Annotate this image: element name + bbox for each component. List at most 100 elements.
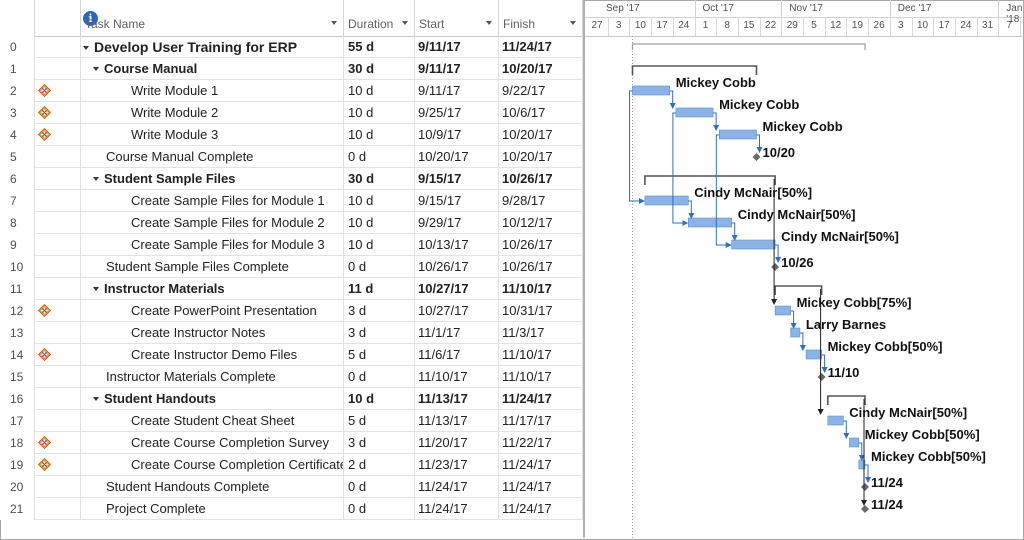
duration-cell[interactable]: 11 d <box>344 278 415 300</box>
row-id[interactable]: 1 <box>0 58 35 80</box>
row-id[interactable]: 12 <box>0 300 35 322</box>
finish-cell[interactable]: 11/10/17 <box>499 344 583 366</box>
task-name-cell[interactable]: Student Handouts Complete <box>81 476 344 498</box>
row-id[interactable]: 15 <box>0 366 35 388</box>
task-row[interactable]: 3 Write Module 2 10 d 9/25/17 10/6/17 <box>0 102 583 124</box>
duration-cell[interactable]: 3 d <box>344 432 415 454</box>
task-name-cell[interactable]: Course Manual Complete <box>81 146 344 168</box>
finish-cell[interactable]: 10/20/17 <box>499 146 583 168</box>
start-cell[interactable]: 10/20/17 <box>415 146 499 168</box>
duration-cell[interactable]: 5 d <box>344 410 415 432</box>
task-row[interactable]: 11 Instructor Materials 11 d 10/27/17 11/10/… <box>0 278 583 300</box>
duration-cell[interactable]: 10 d <box>344 102 415 124</box>
task-row[interactable]: 9 Create Sample Files for Module 3 10 d 10/… <box>0 234 583 256</box>
row-id[interactable]: 10 <box>0 256 35 278</box>
duration-cell[interactable]: 10 d <box>344 124 415 146</box>
start-cell[interactable]: 9/15/17 <box>415 190 499 212</box>
start-cell[interactable]: 9/11/17 <box>415 36 499 58</box>
row-id[interactable]: 8 <box>0 212 35 234</box>
start-cell[interactable]: 10/26/17 <box>415 256 499 278</box>
task-name-cell[interactable]: Create Student Cheat Sheet <box>81 410 344 432</box>
task-name-cell[interactable]: Instructor Materials <box>81 278 344 300</box>
task-row[interactable]: 13 Create Instructor Notes 3 d 11/1/17 11/3/… <box>0 322 583 344</box>
task-name-cell[interactable]: Student Sample Files Complete <box>81 256 344 278</box>
start-cell[interactable]: 10/27/17 <box>415 278 499 300</box>
task-row[interactable]: 1 Course Manual 30 d 9/11/17 10/20/17 <box>0 58 583 80</box>
chevron-down-icon[interactable] <box>402 21 408 25</box>
task-row[interactable]: 15 Instructor Materials Complete 0 d 11/10/… <box>0 366 583 388</box>
finish-cell[interactable]: 10/26/17 <box>499 168 583 190</box>
task-name-column-header[interactable]: Task Name <box>81 0 344 36</box>
start-cell[interactable]: 11/13/17 <box>415 410 499 432</box>
task-row[interactable]: 7 Create Sample Files for Module 1 10 d 9/1… <box>0 190 583 212</box>
start-cell[interactable]: 9/11/17 <box>415 58 499 80</box>
task-indicator-icon[interactable] <box>38 436 51 449</box>
task-row[interactable]: 0 Develop User Training for ERP 55 d 9/11/1… <box>0 36 583 58</box>
row-id[interactable]: 20 <box>0 476 35 498</box>
finish-cell[interactable]: 11/24/17 <box>499 454 583 476</box>
finish-cell[interactable]: 11/10/17 <box>499 366 583 388</box>
task-indicator-icon[interactable] <box>38 458 51 471</box>
finish-cell[interactable]: 9/28/17 <box>499 190 583 212</box>
start-cell[interactable]: 11/6/17 <box>415 344 499 366</box>
start-cell[interactable]: 11/24/17 <box>415 476 499 498</box>
milestone-diamond[interactable] <box>861 483 869 491</box>
task-indicator-icon[interactable] <box>38 348 51 361</box>
row-id[interactable]: 4 <box>0 124 35 146</box>
milestone-diamond[interactable] <box>861 505 869 513</box>
duration-cell[interactable]: 10 d <box>344 388 415 410</box>
milestone-diamond[interactable] <box>771 263 780 271</box>
row-id[interactable]: 7 <box>0 190 35 212</box>
task-bar[interactable] <box>632 85 671 96</box>
task-bar[interactable] <box>719 129 757 140</box>
task-bar[interactable] <box>688 217 733 228</box>
task-row[interactable]: 16 Student Handouts 10 d 11/13/17 11/24/17 <box>0 388 583 410</box>
finish-cell[interactable]: 10/12/17 <box>499 212 583 234</box>
duration-cell[interactable]: 0 d <box>344 146 415 168</box>
select-all-corner[interactable] <box>0 0 35 36</box>
task-bar[interactable] <box>731 239 776 250</box>
finish-cell[interactable]: 10/20/17 <box>499 58 583 80</box>
duration-cell[interactable]: 10 d <box>344 234 415 256</box>
finish-cell[interactable]: 11/24/17 <box>499 476 583 498</box>
task-indicator-icon[interactable] <box>38 84 51 97</box>
finish-cell[interactable]: 11/22/17 <box>499 432 583 454</box>
chevron-down-icon[interactable] <box>331 21 337 25</box>
finish-cell[interactable]: 11/10/17 <box>499 278 583 300</box>
row-id[interactable]: 17 <box>0 410 35 432</box>
row-id[interactable]: 16 <box>0 388 35 410</box>
task-name-cell[interactable]: Write Module 2 <box>81 102 344 124</box>
finish-column-header[interactable]: Finish <box>499 0 583 36</box>
task-row[interactable]: 12 Create PowerPoint Presentation 3 d 10/27… <box>0 300 583 322</box>
start-cell[interactable]: 9/29/17 <box>415 212 499 234</box>
row-id[interactable]: 13 <box>0 322 35 344</box>
finish-cell[interactable]: 11/3/17 <box>499 322 583 344</box>
start-cell[interactable]: 11/1/17 <box>415 322 499 344</box>
start-cell[interactable]: 11/24/17 <box>415 498 499 520</box>
summary-bar[interactable] <box>631 65 758 75</box>
milestone-diamond[interactable] <box>752 153 761 161</box>
finish-cell[interactable]: 10/31/17 <box>499 300 583 322</box>
collapse-triangle-icon[interactable] <box>93 397 99 401</box>
finish-cell[interactable]: 11/17/17 <box>499 410 583 432</box>
summary-bar[interactable] <box>644 175 776 185</box>
finish-cell[interactable]: 10/26/17 <box>499 256 583 278</box>
milestone-diamond[interactable] <box>817 373 826 381</box>
task-name-cell[interactable]: Create Sample Files for Module 3 <box>81 234 344 256</box>
task-name-cell[interactable]: Student Sample Files <box>81 168 344 190</box>
task-row[interactable]: 18 Create Course Completion Survey 3 d 11/2… <box>0 432 583 454</box>
finish-cell[interactable]: 11/24/17 <box>499 388 583 410</box>
finish-cell[interactable]: 9/22/17 <box>499 80 583 102</box>
summary-bar[interactable] <box>774 285 823 295</box>
duration-cell[interactable]: 3 d <box>344 322 415 344</box>
task-row[interactable]: 14 Create Instructor Demo Files 5 d 11/6/17… <box>0 344 583 366</box>
collapse-triangle-icon[interactable] <box>93 287 99 291</box>
project-summary-bar[interactable] <box>631 43 866 50</box>
start-cell[interactable]: 11/13/17 <box>415 388 499 410</box>
start-cell[interactable]: 10/13/17 <box>415 234 499 256</box>
summary-bar[interactable] <box>827 395 866 405</box>
task-bar[interactable] <box>790 327 801 338</box>
task-indicator-icon[interactable] <box>38 304 51 317</box>
task-bar[interactable] <box>675 107 714 118</box>
task-name-cell[interactable]: Course Manual <box>81 58 344 80</box>
